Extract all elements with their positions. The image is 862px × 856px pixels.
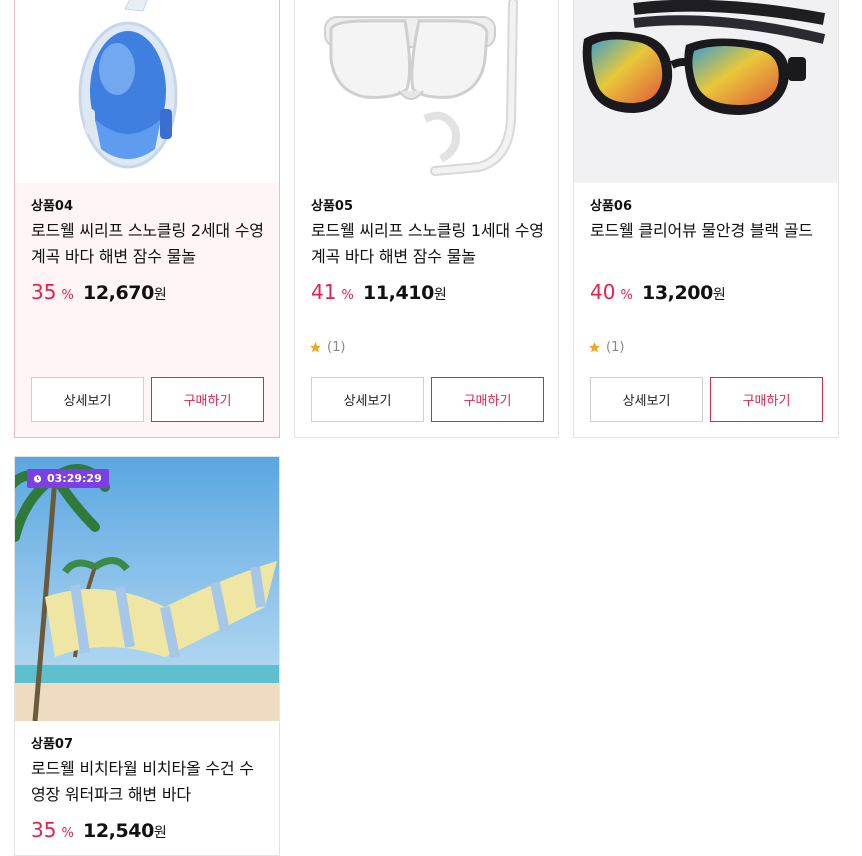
product-image[interactable]: 03:29:29 <box>15 457 279 721</box>
product-code: 상품06 <box>590 199 633 214</box>
price-row: 35 % 12,670원 <box>31 280 267 308</box>
currency-unit: 원 <box>153 287 167 303</box>
sale-price: 13,200 <box>642 282 713 304</box>
buy-button[interactable]: 구매하기 <box>710 377 823 422</box>
product-name[interactable]: 로드웰 비치타월 비치타올 수건 수영장 워터파크 해변 바다 <box>31 756 267 808</box>
discount-rate: 35 <box>31 818 57 842</box>
review-summary: (1) <box>309 340 345 355</box>
detail-button[interactable]: 상세보기 <box>31 377 144 422</box>
product-code: 상품05 <box>311 199 354 214</box>
product-card[interactable]: 03:29:29 상품07 로드웰 비치타월 비치타올 수건 수영장 워터파크 … <box>14 456 280 856</box>
star-icon <box>310 342 321 353</box>
detail-button[interactable]: 상세보기 <box>590 377 703 422</box>
product-card[interactable]: 상품06 로드웰 클리어뷰 물안경 블랙 골드 40 % 13,200원 (1)… <box>573 0 839 438</box>
buy-button[interactable]: 구매하기 <box>431 377 544 422</box>
product-name[interactable]: 로드웰 씨리프 스노클링 2세대 수영 계곡 바다 해변 잠수 물놀 <box>31 218 267 270</box>
sale-price: 12,540 <box>83 820 154 842</box>
alarm-clock-icon <box>33 475 42 483</box>
dive-mask-snorkel-icon <box>324 0 518 176</box>
product-name[interactable]: 로드웰 씨리프 스노클링 1세대 수영 계곡 바다 해변 잠수 물놀 <box>311 218 546 270</box>
review-count: (1) <box>606 340 625 355</box>
price-row: 41 % 11,410원 <box>311 280 546 308</box>
detail-button[interactable]: 상세보기 <box>311 377 424 422</box>
sale-price: 11,410 <box>363 282 434 304</box>
review-summary: (1) <box>588 340 624 355</box>
product-code: 상품07 <box>31 737 74 752</box>
price-row: 35 % 12,540원 <box>31 818 267 846</box>
discount-percent-sign: % <box>61 288 74 303</box>
sale-price: 12,670 <box>83 282 154 304</box>
product-image[interactable] <box>295 0 558 183</box>
countdown-time: 03:29:29 <box>47 472 102 485</box>
price-row: 40 % 13,200원 <box>590 280 826 308</box>
product-name[interactable]: 로드웰 클리어뷰 물안경 블랙 골드 <box>590 218 826 270</box>
discount-percent-sign: % <box>341 288 354 303</box>
discount-rate: 41 <box>311 280 337 304</box>
countdown-timer: 03:29:29 <box>27 469 109 488</box>
currency-unit: 원 <box>433 287 447 303</box>
full-face-snorkel-mask-icon <box>78 0 178 169</box>
product-code: 상품04 <box>31 199 74 214</box>
product-image[interactable] <box>15 0 279 183</box>
beach-towel-icon <box>15 457 279 721</box>
swim-goggles-icon <box>582 0 826 115</box>
discount-rate: 35 <box>31 280 57 304</box>
review-count: (1) <box>327 340 346 355</box>
discount-percent-sign: % <box>620 288 633 303</box>
product-image[interactable] <box>574 0 838 183</box>
discount-rate: 40 <box>590 280 616 304</box>
currency-unit: 원 <box>712 287 726 303</box>
currency-unit: 원 <box>153 825 167 841</box>
star-icon <box>589 342 600 353</box>
product-card[interactable]: 상품04 로드웰 씨리프 스노클링 2세대 수영 계곡 바다 해변 잠수 물놀 … <box>14 0 280 438</box>
product-card[interactable]: 상품05 로드웰 씨리프 스노클링 1세대 수영 계곡 바다 해변 잠수 물놀 … <box>294 0 559 438</box>
buy-button[interactable]: 구매하기 <box>151 377 264 422</box>
discount-percent-sign: % <box>61 826 74 841</box>
